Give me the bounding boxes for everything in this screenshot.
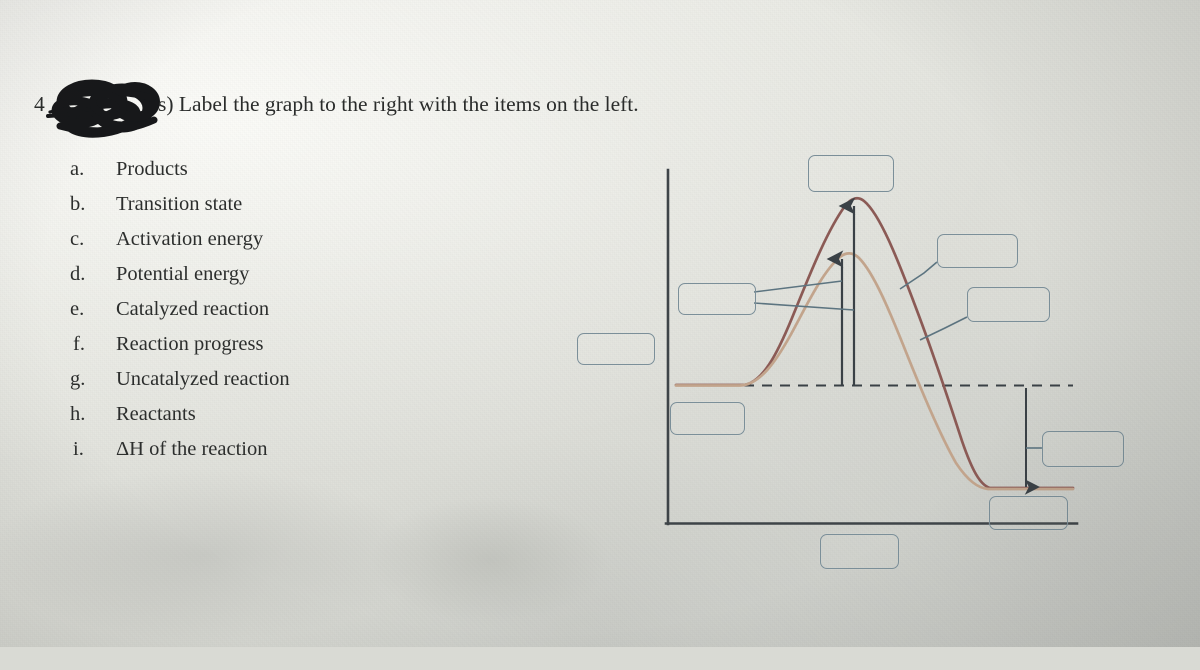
- energy-diagram: [664, 168, 1079, 526]
- lower-right-curve-box[interactable]: [967, 287, 1050, 322]
- x-axis-label-box[interactable]: [820, 534, 899, 569]
- transition-state-box[interactable]: [808, 155, 894, 192]
- connector-lower-right-curve: [919, 316, 968, 341]
- activation-energy-box[interactable]: [678, 283, 756, 315]
- products-box[interactable]: [989, 496, 1068, 530]
- reactants-box[interactable]: [670, 402, 745, 435]
- upper-right-curve-box[interactable]: [937, 234, 1018, 268]
- connector-activation-energy-upper: [753, 280, 843, 293]
- connector-upper-right-curve: [899, 261, 938, 290]
- delta-h-box[interactable]: [1042, 431, 1124, 467]
- y-axis-label-box[interactable]: [577, 333, 655, 365]
